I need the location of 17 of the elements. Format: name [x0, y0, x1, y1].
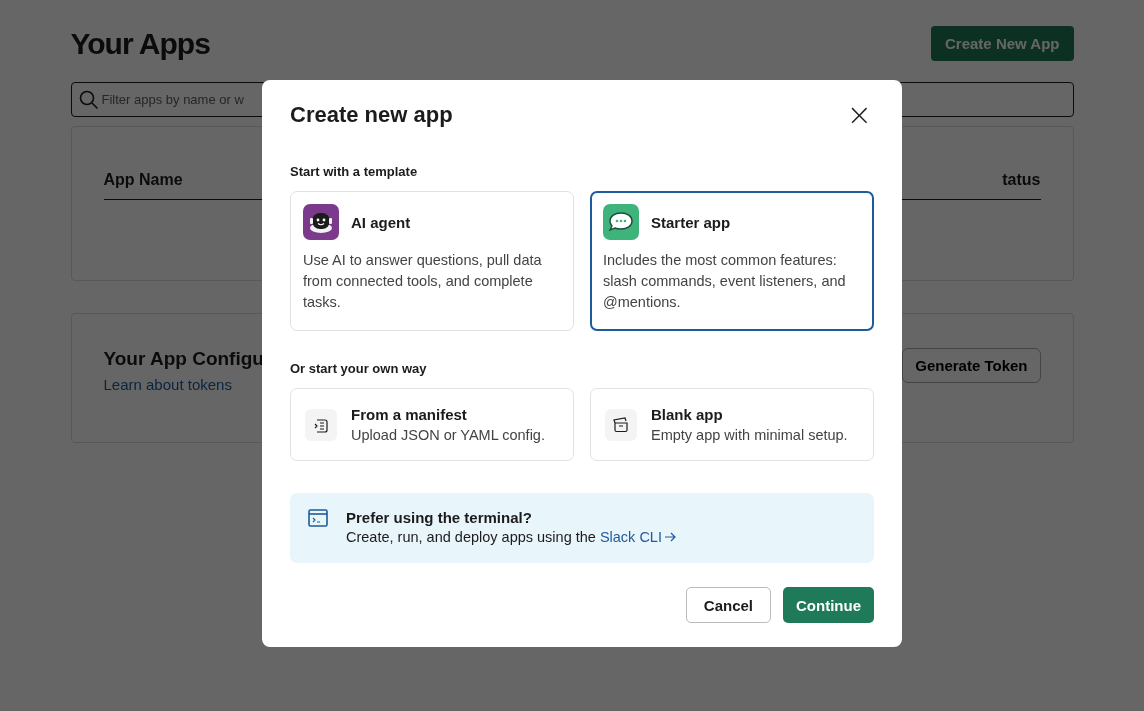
section-heading: Start with a template	[290, 164, 419, 179]
dialog-title: Create new app	[290, 102, 453, 128]
template-description: Includes the most common features: slash commands, event listeners, and @mentions.	[603, 251, 847, 312]
section-heading: Or start your own way	[290, 361, 428, 376]
config-title: Your App Configu	[103, 348, 264, 370]
banner-text: Create, run, and deploy apps using the	[346, 529, 596, 545]
option-description: Upload JSON or YAML config.	[351, 427, 545, 443]
column-header: tatus	[1002, 171, 1041, 189]
option-title: Blank app	[651, 406, 724, 423]
option-title: From a manifest	[351, 406, 468, 423]
template-description: Use AI to answer questions, pull data from connected tools, and complete tasks.	[303, 251, 543, 312]
page-title: Your Apps	[70, 26, 210, 61]
template-title: Starter app	[651, 213, 731, 231]
template-title: AI agent	[351, 213, 411, 231]
column-header: App Name	[103, 171, 183, 189]
option-description: Empty app with minimal setup.	[651, 427, 848, 443]
banner-title: Prefer using the terminal?	[346, 509, 533, 526]
